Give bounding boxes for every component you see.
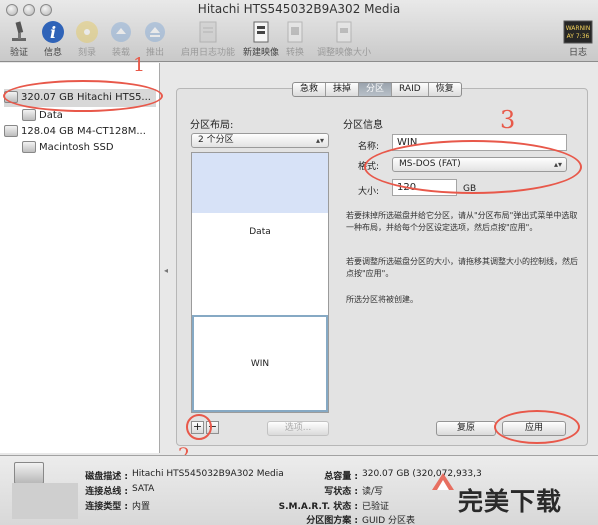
tab-partition[interactable]: 分区 [359, 83, 393, 96]
annotation-ring-disk [3, 80, 163, 112]
watermark-logo-icon [430, 470, 456, 496]
tab-first-aid[interactable]: 急救 [293, 83, 327, 96]
popup-arrows-icon: ▴▾ [315, 136, 324, 145]
annotation-ring-partition-info [364, 140, 582, 194]
bus-value: SATA [132, 484, 155, 494]
write-status-value: 读/写 [362, 487, 384, 497]
capacity-value: 320.07 GB (320,072,933,3 [362, 469, 482, 479]
sidebar-item-label: Macintosh SSD [39, 142, 114, 153]
split-view-handle[interactable]: ◂ [164, 266, 168, 275]
disk-sidebar: 320.07 GB Hitachi HTS5... Data 128.04 GB… [0, 63, 160, 453]
help-text-created: 所选分区将被创建。 [346, 295, 418, 304]
layout-popup[interactable]: 2 个分区 ▴▾ [191, 133, 329, 148]
enable-journaling-button[interactable]: 启用日志功能 [176, 20, 240, 60]
capacity-key: 总容量 : [324, 472, 358, 482]
tab-erase[interactable]: 抹掉 [326, 83, 360, 96]
resize-image-icon [331, 20, 357, 44]
resize-image-button[interactable]: 调整映像大小 [312, 20, 376, 60]
log-button[interactable]: WARNIN AY 7:36 日志 [556, 20, 598, 60]
resize-image-label: 调整映像大小 [316, 48, 371, 58]
log-icon: WARNIN AY 7:36 [563, 20, 593, 44]
window-title: Hitachi HTS545032B9A302 Media [197, 2, 401, 16]
bus-key: 连接总线 : [85, 487, 128, 497]
annotation-ring-apply [494, 410, 580, 444]
sidebar-item-label: 128.04 GB M4-CT128M... [21, 126, 146, 137]
tab-raid[interactable]: RAID [392, 83, 429, 96]
watermark-text: 完美下载 [458, 487, 563, 516]
hard-disk-icon [4, 125, 18, 137]
help-text-erase: 若要抹掉所选磁盘并给它分区，请从"分区布局"弹出式菜单中选取一种布局，并给每个分… [346, 211, 578, 232]
partition-info-heading: 分区信息 [343, 120, 383, 131]
revert-button[interactable]: 复原 [436, 421, 496, 436]
disk-description-key: 磁盘描述 : [85, 472, 128, 482]
smart-status-key: S.M.A.R.T. 状态 : [278, 502, 358, 512]
partition-data[interactable]: Data [192, 153, 328, 313]
smart-status-value: 已验证 [362, 502, 390, 512]
log-label: 日志 [568, 48, 587, 58]
tab-restore[interactable]: 恢复 [429, 83, 461, 96]
connection-type-key: 连接类型 : [85, 502, 128, 512]
layout-popup-value: 2 个分区 [198, 135, 234, 145]
sidebar-item-label: Data [39, 110, 63, 121]
window-toolbar: Hitachi HTS545032B9A302 Media 验证 i 信息 刻录… [0, 0, 598, 62]
partition-win-label: WIN [250, 359, 270, 369]
annotation-number-3: 3 [500, 106, 516, 134]
annotation-ring-add [186, 414, 212, 440]
help-text-resize: 若要调整所选磁盘分区的大小，请拖移其调整大小的控制线，然后点按"应用"。 [346, 257, 578, 278]
log-icon-text-1: WARNIN [566, 25, 591, 32]
disk-thumbnail-icon [14, 462, 44, 484]
partition-layout-map: Data WIN [191, 152, 329, 413]
partition-win[interactable]: WIN [192, 315, 328, 412]
tab-bar: 急救 抹掉 分区 RAID 恢复 [292, 82, 462, 97]
partition-data-label: Data [249, 227, 271, 237]
enable-journaling-label: 启用日志功能 [180, 48, 235, 58]
annotation-number-1: 1 [133, 54, 146, 76]
write-status-key: 写状态 : [324, 487, 358, 497]
sidebar-item-macintosh-ssd[interactable]: Macintosh SSD [22, 139, 114, 157]
log-icon-text-2: AY 7:36 [567, 33, 590, 40]
options-button[interactable]: 选项... [267, 421, 329, 436]
layout-label: 分区布局: [190, 120, 234, 131]
size-label: 大小: [358, 187, 380, 197]
name-label: 名称: [358, 142, 380, 152]
volume-icon [22, 109, 36, 121]
connection-type-value: 内置 [132, 502, 151, 512]
eject-icon [142, 20, 168, 44]
partition-scheme-key: 分区图方案 : [306, 516, 358, 525]
svg-text:i: i [50, 23, 56, 42]
partition-scheme-value: GUID 分区表 [362, 516, 416, 525]
convert-icon [282, 20, 308, 44]
volume-icon [22, 141, 36, 153]
disk-description-value: Hitachi HTS545032B9A302 Media [132, 469, 284, 479]
journal-icon [195, 20, 221, 44]
